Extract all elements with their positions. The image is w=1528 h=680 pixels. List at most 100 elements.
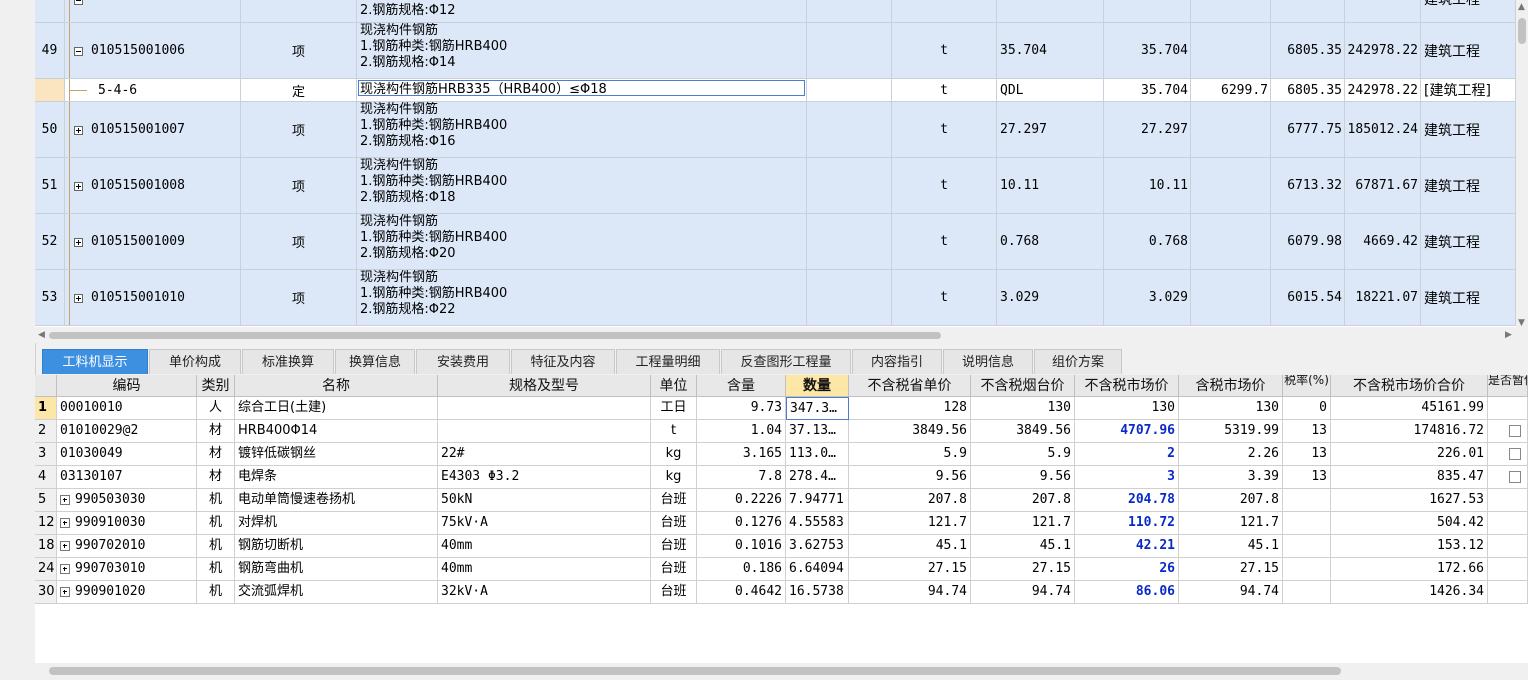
top-horizontal-scroll-thumb[interactable] xyxy=(49,332,941,339)
value-unit: kg xyxy=(665,446,682,461)
expand-plus-icon[interactable] xyxy=(60,587,70,597)
description-edit-box[interactable] xyxy=(358,80,805,96)
expand-plus-icon[interactable] xyxy=(60,495,70,505)
top-vertical-scroll-thumb[interactable] xyxy=(1518,18,1526,44)
value-p3: 130 xyxy=(1151,400,1175,415)
cell-check[interactable] xyxy=(1488,397,1528,420)
header-p1[interactable]: 不含税省单价 xyxy=(849,375,971,397)
header-check[interactable]: 是否暂估 xyxy=(1488,375,1528,397)
tab-1[interactable]: 工料机显示 xyxy=(42,349,148,374)
cell-check[interactable] xyxy=(1488,581,1528,604)
header-p3[interactable]: 不含税市场价 xyxy=(1075,375,1179,397)
expand-plus-icon[interactable] xyxy=(60,541,70,551)
value-no: 4 xyxy=(38,469,47,484)
cell-check[interactable] xyxy=(1488,512,1528,535)
provisional-checkbox[interactable] xyxy=(1509,448,1521,460)
expand-plus-icon[interactable] xyxy=(74,237,83,247)
tab-2[interactable]: 单价构成 xyxy=(149,349,241,374)
provisional-checkbox[interactable] xyxy=(1509,425,1521,437)
cell-name: 钢筋弯曲机 xyxy=(235,558,438,581)
cell-tax xyxy=(1283,581,1331,604)
header-p4[interactable]: 含税市场价 xyxy=(1179,375,1283,397)
value-no: 1 xyxy=(38,400,48,415)
cell-desc: 现浇构件钢筋 1.钢筋种类:钢筋HRB400 2.钢筋规格:Φ16 xyxy=(357,102,807,158)
scroll-down-arrow-icon[interactable]: ▼ xyxy=(1518,318,1525,328)
value-p2: 45.1 xyxy=(1039,538,1071,553)
tab-3[interactable]: 标准换算 xyxy=(242,349,334,374)
expand-plus-icon[interactable] xyxy=(60,564,70,574)
header-cat[interactable]: 类别 xyxy=(197,375,235,397)
cell-check[interactable] xyxy=(1488,443,1528,466)
header-content[interactable]: 含量 xyxy=(697,375,786,397)
tab-8[interactable]: 反查图形工程量 xyxy=(721,349,851,374)
value-total: 4669.42 xyxy=(1363,234,1418,249)
bottom-horizontal-scrollbar[interactable] xyxy=(35,663,1528,680)
cell-check[interactable] xyxy=(1488,466,1528,489)
provisional-checkbox[interactable] xyxy=(1509,471,1521,483)
bill-item-row[interactable]: 52 010515001009 项 现浇构件钢筋 1.钢筋种类:钢筋HRB400 2.钢筋… xyxy=(35,214,1516,270)
tab-5[interactable]: 安装费用 xyxy=(416,349,510,374)
cell-check[interactable] xyxy=(1488,535,1528,558)
description-line: 2.钢筋规格:Φ18 xyxy=(360,190,456,205)
collapse-minus-icon[interactable] xyxy=(74,0,83,5)
cell-spec xyxy=(438,420,651,443)
tab-4[interactable]: 换算信息 xyxy=(335,349,415,374)
header-tax[interactable]: 税率(%) xyxy=(1283,375,1331,397)
expand-plus-icon[interactable] xyxy=(74,181,83,191)
value-total: 153.12 xyxy=(1437,538,1484,553)
header-p2[interactable]: 不含税烟台价 xyxy=(971,375,1075,397)
tab-6[interactable]: 特征及内容 xyxy=(511,349,615,374)
cell-blank1 xyxy=(807,102,892,158)
resource-row[interactable]: 12 990910030 机 对焊机 75kV·A 台班 0.1276 4.55583 121.… xyxy=(35,512,1528,535)
resource-row[interactable]: 5 990503030 机 电动单筒慢速卷扬机 50kN 台班 0.2226 7.94771 2… xyxy=(35,489,1528,512)
cell-desc: 现浇构件钢筋 1.钢筋种类:钢筋HRB400 2.钢筋规格:Φ18 xyxy=(357,158,807,214)
value-p3: 2 xyxy=(1167,446,1175,461)
top-horizontal-scrollbar[interactable]: ◀ ▶ xyxy=(35,327,1516,343)
value-p2: 9.56 xyxy=(1039,469,1071,484)
expand-plus-icon[interactable] xyxy=(60,518,70,528)
header-unit[interactable]: 单位 xyxy=(651,375,697,397)
bill-items-grid[interactable]: 2.钢筋规格:Φ12 建筑工程 49 010515001006 项现浇构件钢筋 1.钢筋种… xyxy=(35,0,1516,327)
cell-check[interactable] xyxy=(1488,489,1528,512)
header-no[interactable] xyxy=(35,375,57,397)
header-qty[interactable]: 数量 xyxy=(786,375,849,397)
resource-row[interactable]: 24 990703010 机 钢筋弯曲机 40mm 台班 0.186 6.64094 27.15… xyxy=(35,558,1528,581)
header-name[interactable]: 名称 xyxy=(235,375,438,397)
resource-row[interactable]: 2 01010029@2 材 HRB400Φ14 t 1.04 37.13… 3849.56 3… xyxy=(35,420,1528,443)
tab-9[interactable]: 内容指引 xyxy=(852,349,942,374)
header-total[interactable]: 不含税市场价合价 xyxy=(1331,375,1488,397)
cell-p4: 130 xyxy=(1179,397,1283,420)
expand-plus-icon[interactable] xyxy=(74,125,83,135)
scroll-right-arrow-icon[interactable]: ▶ xyxy=(1505,330,1512,340)
bill-item-row[interactable]: 53 010515001010 项 现浇构件钢筋 1.钢筋种类:钢筋HRB400 2.钢筋… xyxy=(35,270,1516,326)
bill-item-row[interactable]: 49 010515001006 项 现浇构件钢筋 1.钢筋种类:钢筋HRB400 2.钢筋… xyxy=(35,23,1516,79)
tab-7[interactable]: 工程量明细 xyxy=(616,349,720,374)
collapse-minus-icon[interactable] xyxy=(74,46,83,56)
cell-price1 xyxy=(1191,23,1271,79)
header-code[interactable]: 编码 xyxy=(57,375,197,397)
top-vertical-scrollbar[interactable]: ▲ ▼ xyxy=(1516,0,1528,343)
header-spec[interactable]: 规格及型号 xyxy=(438,375,651,397)
value-name: 对焊机 xyxy=(238,515,278,530)
bill-item-row[interactable]: 51 010515001008 项 现浇构件钢筋 1.钢筋种类:钢筋HRB400 2.钢筋… xyxy=(35,158,1516,214)
cell-no: 49 xyxy=(35,23,65,79)
bill-item-row[interactable]: 50 010515001007 项 现浇构件钢筋 1.钢筋种类:钢筋HRB400 2.钢筋… xyxy=(35,102,1516,158)
quota-row[interactable]: 5-4-6 定 现浇构件钢筋HRB335（HRB400）≤Φ18 t QDL 35.704… xyxy=(35,79,1516,102)
resource-row[interactable]: 4 03130107 材 电焊条 E4303 Φ3.2 kg 7.8 278.4… 9.56 9.… xyxy=(35,466,1528,489)
cell-qty: 4.55583 xyxy=(786,512,849,535)
tab-11[interactable]: 组价方案 xyxy=(1034,349,1122,374)
scroll-up-arrow-icon[interactable]: ▲ xyxy=(1518,2,1525,12)
resource-row[interactable]: 30 990901020 机 交流弧焊机 32kV·A 台班 0.4642 16.5738 94… xyxy=(35,581,1528,604)
cell-check[interactable] xyxy=(1488,558,1528,581)
cell-check[interactable] xyxy=(1488,420,1528,443)
expand-plus-icon[interactable] xyxy=(74,293,83,303)
resource-row[interactable]: 1 00010010 人 综合工日(土建) 工日 9.73 347.3… 128 130 130 1… xyxy=(35,397,1528,420)
bill-item-row[interactable]: 2.钢筋规格:Φ12 建筑工程 xyxy=(35,0,1516,23)
cell-desc[interactable]: 现浇构件钢筋HRB335（HRB400）≤Φ18 xyxy=(357,79,807,102)
scroll-left-arrow-icon[interactable]: ◀ xyxy=(38,330,45,340)
bottom-horizontal-scroll-thumb[interactable] xyxy=(49,667,1341,675)
resource-row[interactable]: 18 990702010 机 钢筋切断机 40mm 台班 0.1016 3.62753 45.1… xyxy=(35,535,1528,558)
labor-material-machine-grid[interactable]: 编码 类别 名称 规格及型号 单位 含量 数量 不含税省单价 不含税烟台价 不含税市场价 含税市场价… xyxy=(35,375,1528,663)
resource-row[interactable]: 3 01030049 材镀锌低碳钢丝 22# kg 3.165 113.0… 5.9 5.9 2 2… xyxy=(35,443,1528,466)
tab-10[interactable]: 说明信息 xyxy=(943,349,1033,374)
